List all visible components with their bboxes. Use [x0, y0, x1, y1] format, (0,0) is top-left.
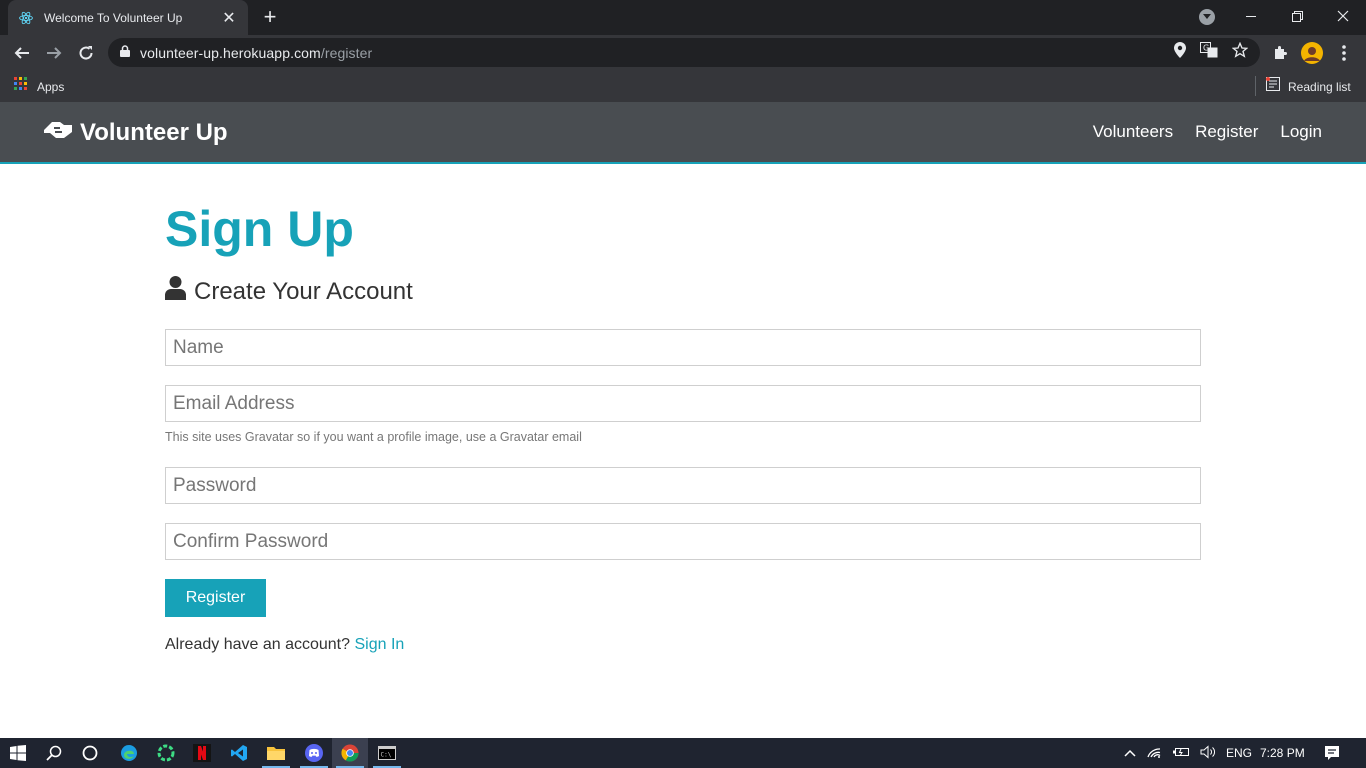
- bookmarks-bar: Apps Reading list: [0, 70, 1366, 102]
- windows-taskbar: C:\ ENG 7:28 PM: [0, 738, 1366, 768]
- bookmark-star-icon[interactable]: [1231, 41, 1249, 63]
- gravatar-hint: This site uses Gravatar so if you want a…: [165, 430, 582, 444]
- bookmark-apps[interactable]: Apps: [14, 77, 64, 96]
- nav-links: Volunteers Register Login: [1093, 122, 1322, 142]
- url-host: volunteer-up.herokuapp.com: [140, 44, 321, 61]
- edge-icon[interactable]: [111, 738, 147, 768]
- green-app-icon[interactable]: [148, 738, 184, 768]
- battery-icon[interactable]: [1172, 746, 1190, 761]
- extensions-icon[interactable]: [1266, 39, 1294, 67]
- omnibox-actions: G: [1174, 38, 1249, 67]
- nav-volunteers-link[interactable]: Volunteers: [1093, 122, 1173, 142]
- reload-button[interactable]: [72, 39, 100, 67]
- reading-list-icon: [1266, 77, 1280, 96]
- signin-prompt-text: Already have an account?: [165, 636, 351, 653]
- form-subtitle: Create Your Account: [165, 276, 413, 307]
- menu-kebab-icon[interactable]: [1330, 39, 1358, 67]
- confirm-password-input[interactable]: [165, 523, 1201, 560]
- browser-toolbar: volunteer-up.herokuapp.com/register G: [0, 35, 1366, 70]
- minimize-button[interactable]: [1228, 0, 1274, 32]
- url-path: /register: [320, 44, 373, 61]
- react-icon: [18, 10, 34, 26]
- url-text[interactable]: volunteer-up.herokuapp.com/register: [140, 45, 372, 61]
- cortana-icon[interactable]: [72, 738, 108, 768]
- notifications-icon[interactable]: [1324, 738, 1340, 768]
- brand-link[interactable]: Volunteer Up: [42, 118, 228, 147]
- file-explorer-icon[interactable]: [258, 738, 294, 768]
- netflix-icon[interactable]: [184, 738, 220, 768]
- password-input[interactable]: [165, 467, 1201, 504]
- user-icon: [165, 276, 186, 307]
- profile-avatar[interactable]: [1298, 39, 1326, 67]
- browser-tab-strip: Welcome To Volunteer Up ✕ +: [0, 0, 1366, 35]
- forward-button[interactable]: [40, 39, 68, 67]
- windows-start-icon[interactable]: [0, 738, 36, 768]
- signin-link[interactable]: Sign In: [354, 636, 404, 653]
- language-indicator[interactable]: ENG: [1226, 746, 1252, 760]
- clock[interactable]: 7:28 PM: [1260, 738, 1305, 768]
- page-title: Sign Up: [165, 201, 354, 257]
- nav-login-link[interactable]: Login: [1280, 122, 1322, 142]
- volume-icon[interactable]: [1200, 744, 1216, 762]
- form-subtitle-text: Create Your Account: [194, 277, 413, 305]
- handshake-icon: [42, 118, 74, 147]
- apps-grid-icon: [14, 77, 28, 96]
- close-window-button[interactable]: [1320, 0, 1366, 32]
- chrome-icon[interactable]: [332, 738, 368, 768]
- reading-list-label: Reading list: [1288, 79, 1351, 94]
- tab-title: Welcome To Volunteer Up: [44, 10, 183, 25]
- nav-register-link[interactable]: Register: [1195, 122, 1258, 142]
- name-input[interactable]: [165, 329, 1201, 366]
- new-tab-button[interactable]: +: [258, 5, 282, 29]
- tab-close-icon[interactable]: ✕: [220, 8, 238, 28]
- site-navbar: Volunteer Up Volunteers Register Login: [0, 102, 1366, 164]
- brand-name: Volunteer Up: [80, 118, 228, 146]
- svg-text:C:\: C:\: [381, 752, 392, 759]
- apps-label: Apps: [37, 79, 65, 94]
- email-input[interactable]: [165, 385, 1201, 422]
- search-icon[interactable]: [36, 738, 72, 768]
- vscode-icon[interactable]: [221, 738, 257, 768]
- bookmarks-divider: [1255, 76, 1256, 96]
- chevron-up-icon[interactable]: [1124, 746, 1136, 760]
- discord-icon[interactable]: [296, 738, 332, 768]
- lock-icon[interactable]: [120, 44, 130, 62]
- location-icon[interactable]: [1174, 42, 1186, 63]
- system-tray: ENG: [1124, 738, 1252, 768]
- address-bar[interactable]: volunteer-up.herokuapp.com/register G: [108, 38, 1260, 67]
- signin-prompt: Already have an account? Sign In: [165, 636, 404, 654]
- reading-list-button[interactable]: Reading list: [1266, 77, 1351, 96]
- clock-time: 7:28 PM: [1260, 746, 1305, 760]
- browser-tab[interactable]: Welcome To Volunteer Up ✕: [8, 0, 248, 35]
- wifi-icon[interactable]: [1146, 745, 1162, 762]
- restore-button[interactable]: [1274, 0, 1320, 32]
- terminal-icon[interactable]: C:\: [369, 738, 405, 768]
- register-button[interactable]: Register: [165, 579, 266, 617]
- back-button[interactable]: [8, 39, 36, 67]
- translate-icon[interactable]: G: [1200, 42, 1218, 63]
- tab-search-icon[interactable]: [1199, 9, 1215, 25]
